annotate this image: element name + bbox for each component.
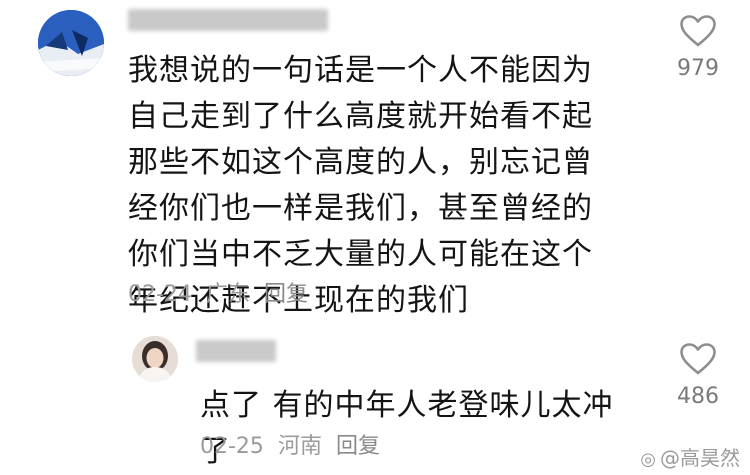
reply-location: 河南 [277, 434, 322, 459]
comment-like-count: 979 [677, 56, 719, 81]
comment-location: 广东 [205, 282, 250, 307]
comment-reply-button[interactable]: 回复 [264, 282, 308, 307]
heart-outline-icon [680, 343, 716, 375]
redacted-username [128, 9, 328, 31]
reply-reply-button[interactable]: 回复 [336, 434, 380, 459]
avatar-image [38, 10, 104, 76]
reply-like-button[interactable]: 486 [658, 342, 738, 410]
replier-avatar[interactable] [132, 336, 178, 382]
commenter-avatar[interactable] [38, 10, 104, 76]
heart-outline-icon [680, 15, 716, 47]
weibo-icon: ◎ [640, 449, 656, 470]
redacted-username [196, 340, 276, 362]
reply-date: 02-25 [200, 434, 264, 459]
avatar-image [132, 336, 178, 382]
watermark-text: @高昊然 [660, 446, 740, 470]
reply-like-count: 486 [677, 384, 719, 409]
comment-date: 02-24 [128, 282, 192, 307]
comment-like-button[interactable]: 979 [658, 14, 738, 82]
watermark: ◎ @高昊然 [640, 442, 740, 471]
reply-text: 点了 有的中年人老登味儿太冲了 [200, 388, 614, 469]
comment-meta: 02-24 广东 回复 [128, 282, 322, 308]
reply-meta: 02-25 河南 回复 [200, 434, 394, 460]
